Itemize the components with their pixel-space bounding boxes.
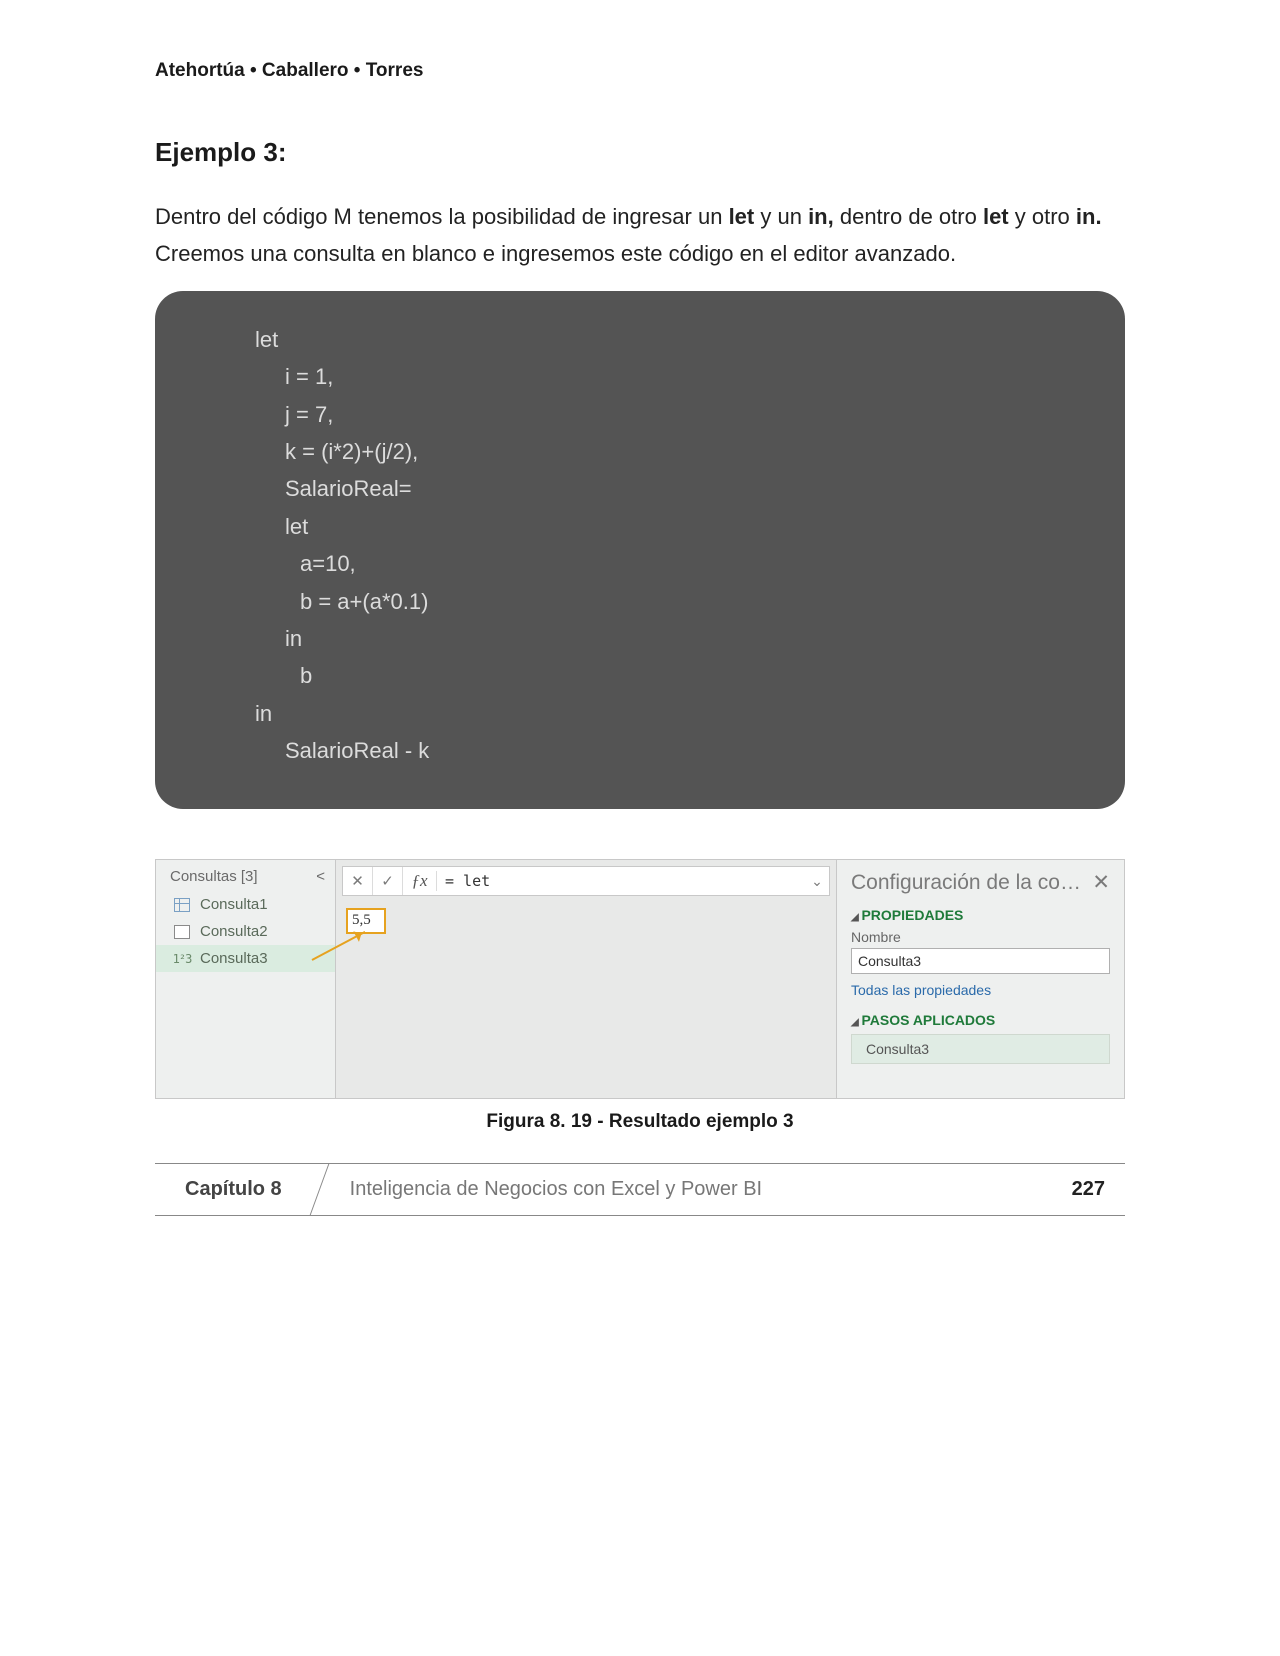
queries-header: Consultas [3] [170, 868, 258, 885]
code-line: j = 7, [255, 396, 1065, 433]
para-text: y un [754, 204, 808, 229]
table-icon [174, 898, 190, 912]
authors-line: Atehortúa • Caballero • Torres [155, 60, 1125, 82]
cancel-edit-button[interactable]: ✕ [343, 867, 373, 895]
collapse-pane-button[interactable]: < [316, 868, 325, 885]
code-line: in [255, 695, 1065, 732]
applied-steps-section-header[interactable]: PASOS APLICADOS [851, 1012, 1110, 1028]
queries-pane: Consultas [3] < Consulta1 Consulta2 1²3 … [156, 860, 336, 1098]
page-number: 227 [1072, 1178, 1125, 1201]
code-line: in [255, 620, 1065, 657]
expand-formula-button[interactable]: ⌄ [805, 873, 829, 890]
bold-let: let [983, 204, 1009, 229]
example-heading: Ejemplo 3: [155, 137, 1125, 168]
query-item-label: Consulta1 [200, 896, 268, 913]
example-paragraph: Dentro del código M tenemos la posibilid… [155, 198, 1125, 273]
all-properties-link[interactable]: Todas las propiedades [851, 982, 1110, 998]
commit-edit-button[interactable]: ✓ [373, 867, 403, 895]
code-block: let i = 1, j = 7, k = (i*2)+(j/2), Salar… [155, 291, 1125, 810]
applied-step-item[interactable]: Consulta3 [851, 1034, 1110, 1064]
code-line: k = (i*2)+(j/2), [255, 433, 1065, 470]
bold-let: let [729, 204, 755, 229]
blank-icon [174, 925, 190, 939]
code-line: i = 1, [255, 358, 1065, 395]
para-text: Creemos una consulta en blanco e ingrese… [155, 241, 956, 266]
query-item-consulta1[interactable]: Consulta1 [156, 891, 335, 918]
formula-input[interactable]: = let [437, 872, 805, 890]
number-icon: 1²3 [174, 952, 190, 966]
properties-section-header[interactable]: PROPIEDADES [851, 907, 1110, 923]
query-item-label: Consulta3 [200, 950, 268, 967]
chapter-label: Capítulo 8 [155, 1178, 320, 1201]
query-item-consulta3[interactable]: 1²3 Consulta3 [156, 945, 335, 972]
code-line: b [255, 657, 1065, 694]
code-line: SalarioReal - k [255, 732, 1065, 769]
query-settings-pane: Configuración de la co… ✕ PROPIEDADES No… [836, 860, 1124, 1098]
query-item-consulta2[interactable]: Consulta2 [156, 918, 335, 945]
bold-in: in. [1076, 204, 1102, 229]
bold-in: in, [808, 204, 834, 229]
book-title: Inteligencia de Negocios con Excel y Pow… [320, 1178, 1072, 1201]
page-footer: Capítulo 8 Inteligencia de Negocios con … [155, 1163, 1125, 1216]
para-text: Dentro del código M tenemos la posibilid… [155, 204, 729, 229]
code-line: SalarioReal= [255, 470, 1065, 507]
query-editor-area: ✕ ✓ ƒx = let ⌄ 5,5 [336, 860, 836, 1098]
close-settings-button[interactable]: ✕ [1092, 870, 1110, 895]
fx-icon: ƒx [403, 871, 437, 891]
name-label: Nombre [851, 929, 1110, 945]
code-line: b = a+(a*0.1) [255, 583, 1065, 620]
code-line: let [255, 321, 1065, 358]
settings-title: Configuración de la co… [851, 871, 1081, 895]
formula-bar: ✕ ✓ ƒx = let ⌄ [342, 866, 830, 896]
para-text: dentro de otro [834, 204, 983, 229]
query-item-label: Consulta2 [200, 923, 268, 940]
query-name-input[interactable] [851, 948, 1110, 974]
para-text: y otro [1009, 204, 1076, 229]
code-line: let [255, 508, 1065, 545]
powerquery-screenshot: Consultas [3] < Consulta1 Consulta2 1²3 … [155, 859, 1125, 1099]
code-line: a=10, [255, 545, 1065, 582]
figure-caption: Figura 8. 19 - Resultado ejemplo 3 [155, 1111, 1125, 1133]
